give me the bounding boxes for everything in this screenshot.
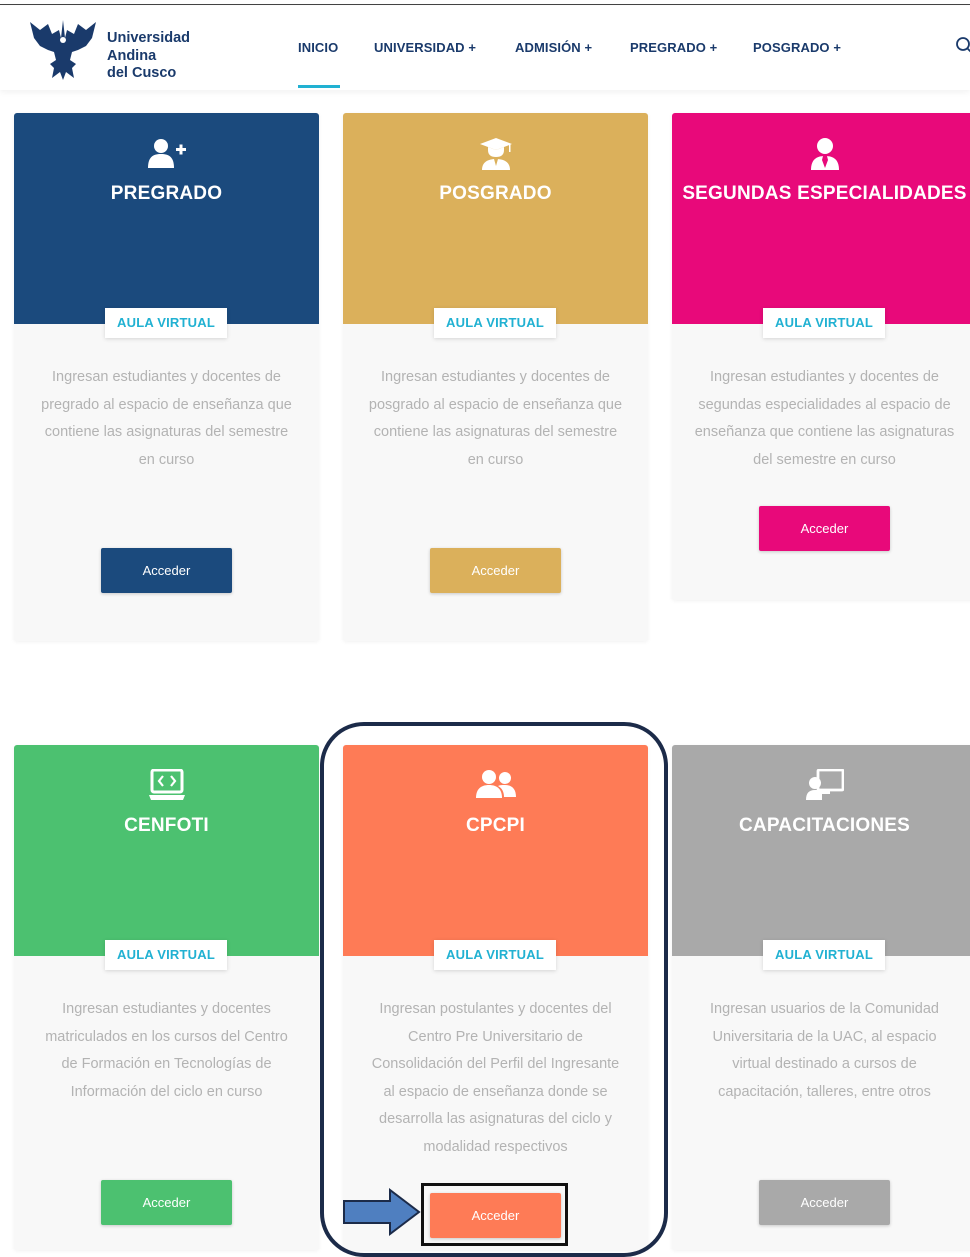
card-description: Ingresan estudiantes y docentes de pregr… xyxy=(28,364,305,474)
description-line: de Formación en Tecnologías de xyxy=(61,1056,272,1072)
cpcpi-highlight-outline xyxy=(320,722,668,1257)
card-description: Ingresan estudiantes y docentes de segun… xyxy=(686,364,963,474)
description-line: posgrado al espacio de enseñanza que xyxy=(368,396,623,413)
aula-virtual-badge: AULA VIRTUAL xyxy=(105,308,227,338)
card-title: CAPACITACIONES xyxy=(739,815,910,836)
search-icon[interactable] xyxy=(955,36,970,54)
card-header: SEGUNDAS ESPECIALIDADES xyxy=(672,113,970,324)
description-line: capacitación, talleres, entre otros xyxy=(718,1083,931,1100)
description-line: del semestre en curso xyxy=(753,451,896,468)
description-line: en curso xyxy=(138,451,195,468)
description-line: matriculados en los cursos del Centro xyxy=(45,1028,288,1045)
card-cenfoti: CENFOTI AULA VIRTUAL Ingresan estudiante… xyxy=(14,745,319,1250)
acceder-button-cenfoti[interactable]: Acceder xyxy=(101,1180,232,1225)
top-border xyxy=(0,0,970,5)
active-nav-indicator xyxy=(298,85,340,88)
description-line: contiene las asignaturas del semestre xyxy=(44,424,289,440)
card-title: SEGUNDAS ESPECIALIDADES xyxy=(682,183,967,204)
university-logo[interactable]: Universidad Andina del Cusco xyxy=(28,16,198,82)
laptop-code-icon xyxy=(14,768,319,805)
card-header: POSGRADO xyxy=(343,113,648,324)
description-line: contiene las asignaturas del semestre xyxy=(373,424,618,440)
logo-line: del Cusco xyxy=(107,65,177,81)
acceder-button-highlight-box xyxy=(421,1183,568,1246)
logo-text: Universidad Andina del Cusco xyxy=(107,30,190,83)
card-capacitaciones: CAPACITACIONES AULA VIRTUAL Ingresan usu… xyxy=(672,745,970,1250)
description-line: Ingresan estudiantes y docentes xyxy=(62,1001,271,1017)
description-line: Ingresan usuarios de la Comunidad xyxy=(710,1001,939,1017)
description-line: Ingresan estudiantes y docentes de xyxy=(710,369,939,385)
card-title: CENFOTI xyxy=(124,815,209,836)
acceder-button-segundas[interactable]: Acceder xyxy=(759,506,890,551)
chalkboard-teacher-icon xyxy=(672,768,970,805)
site-header: Universidad Andina del Cusco INICIO UNIV… xyxy=(0,6,970,90)
card-pregrado: PREGRADO AULA VIRTUAL Ingresan estudiant… xyxy=(14,113,319,641)
user-plus-icon xyxy=(14,137,319,173)
graduate-icon xyxy=(343,137,648,173)
card-title: POSGRADO xyxy=(439,183,552,204)
pointer-arrow-icon xyxy=(343,1188,421,1236)
description-line: Información del ciclo en curso xyxy=(70,1083,263,1100)
aula-virtual-badge: AULA VIRTUAL xyxy=(763,940,885,970)
card-header: CAPACITACIONES xyxy=(672,745,970,956)
card-description: Ingresan usuarios de la Comunidad Univer… xyxy=(686,996,963,1106)
card-title: PREGRADO xyxy=(110,183,223,204)
user-tie-icon xyxy=(672,137,970,173)
nav-item-pregrado[interactable]: PREGRADO + xyxy=(630,40,717,55)
aula-virtual-badge: AULA VIRTUAL xyxy=(763,308,885,338)
description-line: en curso xyxy=(467,451,524,468)
logo-line: Universidad xyxy=(107,30,190,46)
description-line: Ingresan estudiantes y docentes de xyxy=(381,369,610,385)
aula-virtual-badge: AULA VIRTUAL xyxy=(105,940,227,970)
description-line: enseñanza que contiene las asignaturas xyxy=(694,424,955,440)
eagle-logo-icon xyxy=(30,20,96,80)
card-description: Ingresan estudiantes y docentes matricul… xyxy=(28,996,305,1106)
acceder-button-capacitaciones[interactable]: Acceder xyxy=(759,1180,890,1225)
nav-item-universidad[interactable]: UNIVERSIDAD + xyxy=(374,40,476,55)
card-header: CENFOTI xyxy=(14,745,319,956)
acceder-button-pregrado[interactable]: Acceder xyxy=(101,548,232,593)
card-segundas-especialidades: SEGUNDAS ESPECIALIDADES AULA VIRTUAL Ing… xyxy=(672,113,970,600)
description-line: virtual destinado a cursos de xyxy=(732,1056,917,1072)
card-description: Ingresan estudiantes y docentes de posgr… xyxy=(357,364,634,474)
description-line: Ingresan estudiantes y docentes de xyxy=(52,369,281,385)
card-header: PREGRADO xyxy=(14,113,319,324)
nav-item-posgrado[interactable]: POSGRADO + xyxy=(753,40,841,55)
logo-line: Andina xyxy=(107,47,157,64)
description-line: Universitaria de la UAC, al espacio xyxy=(712,1028,937,1045)
nav-item-inicio[interactable]: INICIO xyxy=(298,40,338,55)
acceder-button-posgrado[interactable]: Acceder xyxy=(430,548,561,593)
aula-virtual-badge: AULA VIRTUAL xyxy=(434,308,556,338)
card-posgrado: POSGRADO AULA VIRTUAL Ingresan estudiant… xyxy=(343,113,648,641)
description-line: pregrado al espacio de enseñanza que xyxy=(41,396,292,413)
nav-item-admision[interactable]: ADMISIÓN + xyxy=(515,40,592,55)
description-line: segundas especialidades al espacio de xyxy=(698,396,951,413)
